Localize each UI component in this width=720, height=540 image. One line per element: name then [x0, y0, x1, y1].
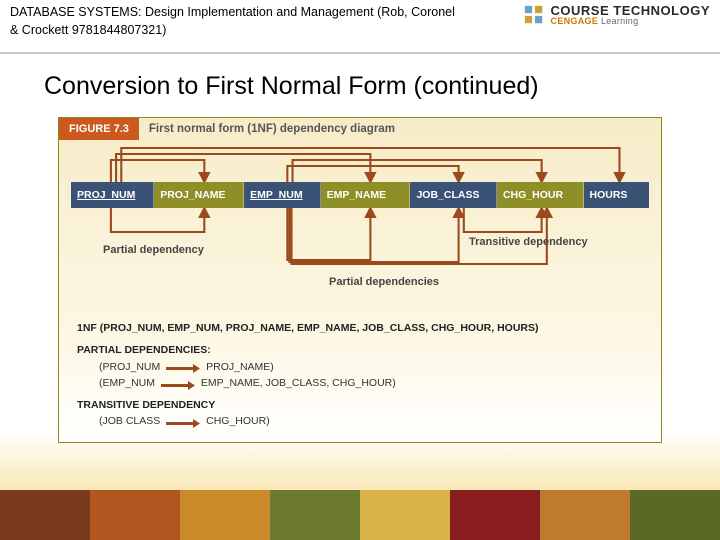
brand-text: COURSE TECHNOLOGY CENGAGE Learning	[551, 4, 710, 26]
nf-definition: 1NF (PROJ_NUM, EMP_NUM, PROJ_NAME, EMP_N…	[77, 320, 647, 336]
figure-badge: FIGURE 7.3	[59, 118, 139, 140]
transitive-dependency-section: TRANSITIVE DEPENDENCY (JOB CLASS CHG_HOU…	[77, 397, 647, 430]
slide-title: Conversion to First Normal Form (continu…	[0, 54, 720, 117]
label-partial-dependency: Partial dependency	[103, 244, 204, 256]
arrow-right-icon	[166, 417, 200, 426]
label-transitive-dependency: Transitive dependency	[469, 236, 588, 248]
book-reference: DATABASE SYSTEMS: Design Implementation …	[10, 4, 460, 39]
column-row: PROJ_NUM PROJ_NAME EMP_NUM EMP_NAME JOB_…	[71, 182, 649, 208]
figure-panel: FIGURE 7.3 First normal form (1NF) depen…	[58, 117, 662, 443]
partial-dependencies-section: PARTIAL DEPENDENCIES: (PROJ_NUM PROJ_NAM…	[77, 342, 647, 391]
brand-line2: CENGAGE Learning	[551, 17, 710, 26]
figure-notes: 1NF (PROJ_NUM, EMP_NUM, PROJ_NAME, EMP_N…	[59, 310, 661, 442]
brand-block: COURSE TECHNOLOGY CENGAGE Learning	[523, 4, 710, 26]
footer-image-band	[0, 490, 720, 540]
arrow-right-icon	[161, 379, 195, 388]
arrow-right-icon	[166, 362, 200, 371]
col-chg-hour: CHG_HOUR	[497, 182, 584, 208]
col-emp-name: EMP_NAME	[321, 182, 411, 208]
col-emp-num: EMP_NUM	[244, 182, 321, 208]
col-proj-name: PROJ_NAME	[154, 182, 244, 208]
col-hours: HOURS	[584, 182, 649, 208]
brand-icon	[523, 4, 545, 26]
slide-header: DATABASE SYSTEMS: Design Implementation …	[0, 0, 720, 54]
figure-header: FIGURE 7.3 First normal form (1NF) depen…	[59, 118, 661, 140]
col-job-class: JOB_CLASS	[410, 182, 497, 208]
dependency-diagram: PROJ_NUM PROJ_NAME EMP_NUM EMP_NAME JOB_…	[59, 140, 661, 310]
label-partial-dependencies: Partial dependencies	[329, 276, 439, 288]
figure-caption: First normal form (1NF) dependency diagr…	[139, 118, 405, 140]
col-proj-num: PROJ_NUM	[71, 182, 154, 208]
